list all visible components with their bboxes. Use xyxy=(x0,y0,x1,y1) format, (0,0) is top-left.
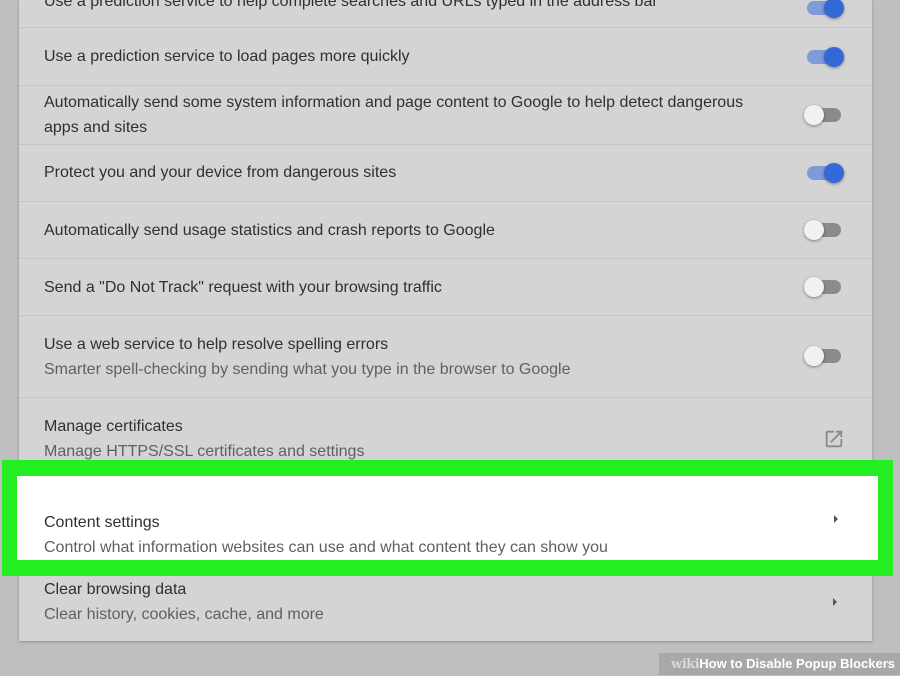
chevron-right-icon[interactable] xyxy=(830,596,840,608)
content-settings-highlight: Content settings Control what informatio… xyxy=(2,460,893,576)
setting-row-search-prediction[interactable]: Use a prediction service to help complet… xyxy=(19,0,872,27)
search-prediction-toggle[interactable] xyxy=(804,0,844,20)
chevron-right-icon[interactable] xyxy=(831,513,841,525)
setting-subtitle: Control what information websites can us… xyxy=(44,539,608,556)
wikihow-watermark: wikiHow to Disable Popup Blockers xyxy=(659,653,900,675)
setting-title: Automatically send some system informati… xyxy=(44,94,744,136)
setting-title: Manage certificates xyxy=(44,418,183,435)
setting-row-page-prediction[interactable]: Use a prediction service to load pages m… xyxy=(19,27,872,85)
setting-title: Use a web service to help resolve spelli… xyxy=(44,336,389,353)
setting-title: Protect you and your device from dangero… xyxy=(44,164,397,181)
setting-row-spelling-service[interactable]: Use a web service to help resolve spelli… xyxy=(19,315,872,397)
setting-title: Automatically send usage statistics and … xyxy=(44,222,495,239)
setting-row-content-settings[interactable]: Content settings Control what informatio… xyxy=(17,476,878,560)
setting-row-safe-browsing-reporting[interactable]: Automatically send some system informati… xyxy=(19,85,872,144)
watermark-brand: wiki xyxy=(671,657,700,672)
setting-row-do-not-track[interactable]: Send a "Do Not Track" request with your … xyxy=(19,258,872,315)
setting-row-safe-browsing[interactable]: Protect you and your device from dangero… xyxy=(19,144,872,201)
setting-title: Content settings xyxy=(44,514,160,531)
setting-row-usage-statistics[interactable]: Automatically send usage statistics and … xyxy=(19,201,872,258)
highlight-inner: Content settings Control what informatio… xyxy=(17,476,878,560)
setting-title: Clear browsing data xyxy=(44,581,187,598)
usage-statistics-toggle[interactable] xyxy=(804,218,844,242)
safe-browsing-toggle[interactable] xyxy=(804,161,844,185)
open-in-new-icon[interactable] xyxy=(823,428,845,450)
do-not-track-toggle[interactable] xyxy=(804,275,844,299)
watermark-title: How to Disable Popup Blockers xyxy=(699,656,895,671)
setting-row-manage-certificates[interactable]: Manage certificates Manage HTTPS/SSL cer… xyxy=(19,397,872,464)
safe-browsing-reporting-toggle[interactable] xyxy=(804,103,844,127)
setting-title: Send a "Do Not Track" request with your … xyxy=(44,279,442,296)
setting-title: Use a prediction service to load pages m… xyxy=(44,48,410,65)
setting-subtitle: Smarter spell-checking by sending what y… xyxy=(44,361,571,378)
spelling-service-toggle[interactable] xyxy=(804,344,844,368)
page-prediction-toggle[interactable] xyxy=(804,45,844,69)
setting-row-clear-browsing-data[interactable]: Clear browsing data Clear history, cooki… xyxy=(19,576,872,641)
setting-subtitle: Clear history, cookies, cache, and more xyxy=(44,606,324,623)
setting-title: Use a prediction service to help complet… xyxy=(44,0,658,10)
